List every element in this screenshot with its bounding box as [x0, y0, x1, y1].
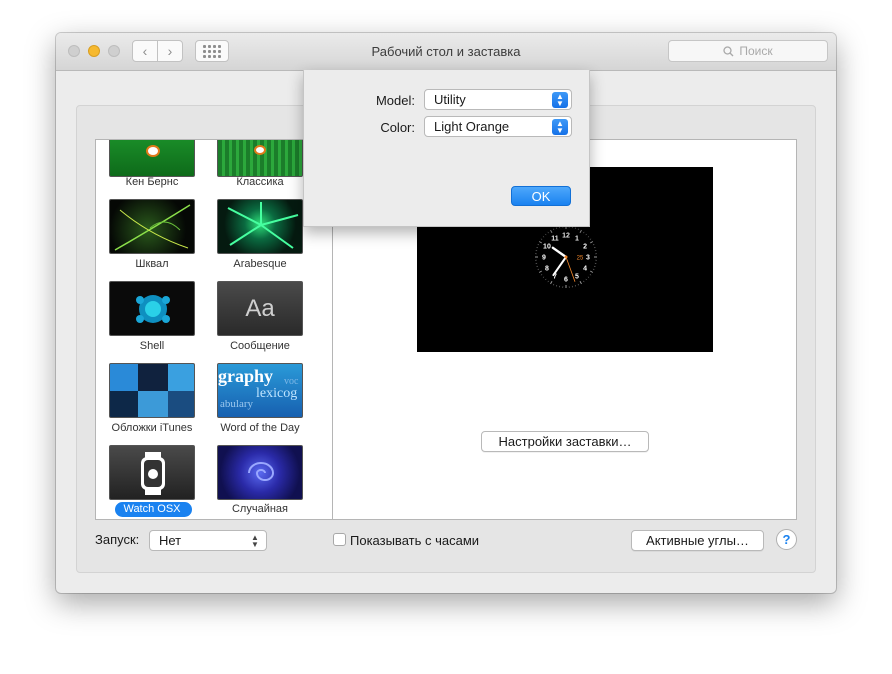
thumb-itunes-artwork[interactable]	[109, 363, 195, 418]
thumb-label-classic: Классика	[236, 176, 284, 188]
thumb-label-word-of-the-day: Word of the Day	[220, 422, 300, 434]
color-label: Color:	[380, 120, 415, 135]
word-text-2: lexicog	[256, 386, 298, 401]
thumb-label-ken-burns: Кен Бернс	[125, 176, 179, 188]
chevron-updown-icon: ▲ ▼	[552, 119, 568, 135]
show-with-clock-label: Показывать с часами	[350, 533, 480, 548]
thumb-label-itunes-artwork: Обложки iTunes	[111, 422, 193, 434]
ok-button[interactable]: OK	[511, 186, 571, 206]
clock-number: 9	[542, 255, 546, 262]
clock-number: 2	[583, 244, 587, 251]
color-select[interactable]: Light Orange ▲ ▼	[424, 116, 572, 137]
options-sheet: Model: Utility ▲ ▼ Color: Light Orange ▲ ▼…	[303, 70, 590, 227]
clock-number: 11	[551, 235, 559, 242]
screensaver-options-button[interactable]: Настройки заставки…	[481, 431, 649, 452]
thumb-label-random: Случайная	[231, 503, 288, 515]
show-with-clock-checkbox[interactable]	[333, 533, 346, 546]
clock-number: 12	[562, 233, 570, 240]
clock-minute-hand	[552, 256, 567, 277]
help-button[interactable]: ?	[776, 529, 797, 550]
thumb-classic[interactable]	[217, 140, 303, 177]
thumb-label-arabesque: Arabesque	[233, 258, 287, 270]
clock-number: 8	[545, 266, 549, 273]
thumb-label-message: Сообщение	[230, 340, 290, 352]
model-select[interactable]: Utility ▲ ▼	[424, 89, 572, 110]
chevron-updown-icon: ▲ ▼	[251, 533, 259, 549]
start-after-value: Нет	[159, 533, 182, 548]
word-text-4: voc	[284, 376, 299, 387]
fish-image	[146, 145, 160, 157]
word-text-3: abulary	[220, 398, 253, 410]
chevron-updown-icon: ▲ ▼	[552, 92, 568, 108]
thumb-message[interactable]: Aa	[217, 281, 303, 336]
thumb-word-of-the-day[interactable]: graphy lexicog abulary voc	[217, 363, 303, 418]
thumb-label-flurry: Шквал	[135, 258, 169, 270]
search-placeholder: Поиск	[739, 44, 773, 58]
thumb-watch-osx[interactable]	[109, 445, 195, 500]
fish-image	[254, 145, 266, 155]
shell-image	[136, 295, 170, 323]
model-label: Model:	[375, 93, 415, 108]
start-label: Запуск:	[95, 532, 140, 547]
thumb-shell[interactable]	[109, 281, 195, 336]
message-aa-text: Aa	[245, 294, 275, 322]
watch-clock-face: 12 123456789101125	[535, 226, 597, 288]
help-icon: ?	[782, 532, 791, 547]
clock-number: 6	[564, 277, 568, 284]
word-text-1: graphy	[218, 366, 274, 386]
titlebar: ‹ › Рабочий стол и заставка Поиск	[56, 33, 836, 71]
clock-date: 25	[577, 256, 584, 262]
thumb-label-shell: Shell	[139, 340, 165, 352]
clock-number: 5	[575, 274, 579, 281]
model-value: Utility	[434, 92, 466, 107]
thumb-flurry[interactable]	[109, 199, 195, 254]
clock-number: 1	[575, 235, 579, 242]
hot-corners-button[interactable]: Активные углы…	[631, 530, 764, 551]
search-icon	[723, 45, 734, 56]
clock-number: 10	[543, 244, 551, 251]
clock-number: 4	[583, 266, 587, 273]
search-field[interactable]: Поиск	[668, 40, 828, 62]
thumb-ken-burns[interactable]	[109, 140, 195, 177]
flurry-image	[114, 204, 191, 251]
arabesque-image	[227, 202, 299, 249]
thumb-label-watch-osx: Watch OSX	[123, 503, 181, 515]
clock-number: 3	[586, 255, 590, 262]
apple-watch-icon	[141, 452, 165, 495]
color-value: Light Orange	[434, 119, 510, 134]
screensaver-list[interactable]: Кен Бернс Классика Шквал Arabesque Shell…	[95, 139, 333, 520]
random-swirl-image	[248, 462, 275, 481]
thumb-arabesque[interactable]	[217, 199, 303, 254]
clock-hour-hand	[551, 246, 568, 259]
start-after-select[interactable]: Нет ▲ ▼	[149, 530, 267, 551]
thumb-random[interactable]	[217, 445, 303, 500]
